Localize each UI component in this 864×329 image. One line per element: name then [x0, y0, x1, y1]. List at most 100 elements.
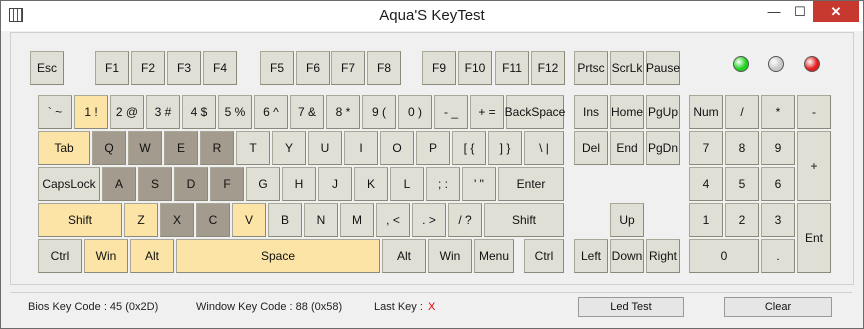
key-3-hash-19[interactable]: 3 #	[146, 95, 180, 129]
key-ctrl-91[interactable]: Ctrl	[38, 239, 82, 273]
key-0-rparen-26[interactable]: 0 )	[398, 95, 432, 129]
key-lbracket-lbrace-48[interactable]: [ {	[452, 131, 486, 165]
key-g-63[interactable]: G	[246, 167, 280, 201]
key-m-81[interactable]: M	[340, 203, 374, 237]
key-8-55[interactable]: 8	[725, 131, 759, 165]
key-f5-5[interactable]: F5	[260, 51, 294, 85]
key-menu-97[interactable]: Menu	[474, 239, 514, 273]
key-end-52[interactable]: End	[610, 131, 644, 165]
key-comma-lt-82[interactable]: , <	[376, 203, 410, 237]
key-pgup-32[interactable]: PgUp	[646, 95, 680, 129]
key-minus-underscore-27[interactable]: - _	[434, 95, 468, 129]
key-4-dollar-20[interactable]: 4 $	[182, 95, 216, 129]
clear-button[interactable]: Clear	[724, 297, 832, 317]
key-z-75[interactable]: Z	[124, 203, 158, 237]
key-4-71[interactable]: 4	[689, 167, 723, 201]
key-space-94[interactable]: Space	[176, 239, 380, 273]
key-9-56[interactable]: 9	[761, 131, 795, 165]
key-tab-37[interactable]: Tab	[38, 131, 90, 165]
key-u-44[interactable]: U	[308, 131, 342, 165]
key-1-87[interactable]: 1	[689, 203, 723, 237]
key-plus-57[interactable]: +	[797, 131, 831, 201]
key-rbracket-rbrace-49[interactable]: ] }	[488, 131, 522, 165]
key-shift-74[interactable]: Shift	[38, 203, 122, 237]
key-f1-1[interactable]: F1	[95, 51, 129, 85]
key-h-64[interactable]: H	[282, 167, 316, 201]
key-s-60[interactable]: S	[138, 167, 172, 201]
key-f9-9[interactable]: F9	[422, 51, 456, 85]
key-dot-gt-83[interactable]: . >	[412, 203, 446, 237]
key-o-46[interactable]: O	[380, 131, 414, 165]
key-f11-11[interactable]: F11	[495, 51, 529, 85]
key-6-73[interactable]: 6	[761, 167, 795, 201]
key-7-amp-23[interactable]: 7 &	[290, 95, 324, 129]
key-scrlk-14[interactable]: ScrLk	[610, 51, 644, 85]
key-l-67[interactable]: L	[390, 167, 424, 201]
key-enter-70[interactable]: Enter	[498, 167, 564, 201]
key-f12-12[interactable]: F12	[531, 51, 565, 85]
key-a-59[interactable]: A	[102, 167, 136, 201]
key-5-72[interactable]: 5	[725, 167, 759, 201]
key-q-38[interactable]: Q	[92, 131, 126, 165]
key-quote-dquote-69[interactable]: ' "	[462, 167, 496, 201]
key-b-79[interactable]: B	[268, 203, 302, 237]
key-minus-36[interactable]: -	[797, 95, 831, 129]
led-test-button[interactable]: Led Test	[578, 297, 684, 317]
key-t-42[interactable]: T	[236, 131, 270, 165]
key-8-star-24[interactable]: 8 *	[326, 95, 360, 129]
key-5-percent-21[interactable]: 5 %	[218, 95, 252, 129]
key-3-89[interactable]: 3	[761, 203, 795, 237]
key-e-40[interactable]: E	[164, 131, 198, 165]
key-dot-103[interactable]: .	[761, 239, 795, 273]
key-d-61[interactable]: D	[174, 167, 208, 201]
key-ent-90[interactable]: Ent	[797, 203, 831, 273]
key-right-101[interactable]: Right	[646, 239, 680, 273]
key-semicolon-colon-68[interactable]: ; :	[426, 167, 460, 201]
key-down-100[interactable]: Down	[610, 239, 644, 273]
key-pgdn-53[interactable]: PgDn	[646, 131, 680, 165]
key-2-at-18[interactable]: 2 @	[110, 95, 144, 129]
key-y-43[interactable]: Y	[272, 131, 306, 165]
key-k-66[interactable]: K	[354, 167, 388, 201]
key-f7-7[interactable]: F7	[331, 51, 365, 85]
key-up-86[interactable]: Up	[610, 203, 644, 237]
key-backslash-pipe-50[interactable]: \ |	[524, 131, 564, 165]
key-shift-85[interactable]: Shift	[484, 203, 564, 237]
key-r-41[interactable]: R	[200, 131, 234, 165]
maximize-button[interactable]: ☐	[787, 1, 813, 22]
key-x-76[interactable]: X	[160, 203, 194, 237]
key-pause-15[interactable]: Pause	[646, 51, 680, 85]
key-alt-95[interactable]: Alt	[382, 239, 426, 273]
key-home-31[interactable]: Home	[610, 95, 644, 129]
key-alt-93[interactable]: Alt	[130, 239, 174, 273]
key-esc-0[interactable]: Esc	[30, 51, 64, 85]
key-star-35[interactable]: *	[761, 95, 795, 129]
key-del-51[interactable]: Del	[574, 131, 608, 165]
key-f4-4[interactable]: F4	[203, 51, 237, 85]
key-backspace-29[interactable]: BackSpace	[505, 95, 565, 129]
key-i-45[interactable]: I	[344, 131, 378, 165]
key-slash-34[interactable]: /	[725, 95, 759, 129]
title-bar[interactable]: Aqua'S KeyTest — ☐ ✕	[1, 1, 863, 31]
key-capslock-58[interactable]: CapsLock	[38, 167, 100, 201]
key-v-78[interactable]: V	[232, 203, 266, 237]
key-win-92[interactable]: Win	[84, 239, 128, 273]
key-left-99[interactable]: Left	[574, 239, 608, 273]
key-f8-8[interactable]: F8	[367, 51, 401, 85]
key-7-54[interactable]: 7	[689, 131, 723, 165]
key-num-33[interactable]: Num	[689, 95, 723, 129]
key-n-80[interactable]: N	[304, 203, 338, 237]
key-j-65[interactable]: J	[318, 167, 352, 201]
key-f2-2[interactable]: F2	[131, 51, 165, 85]
key-p-47[interactable]: P	[416, 131, 450, 165]
key-plus-equals-28[interactable]: + =	[470, 95, 504, 129]
key-f10-10[interactable]: F10	[458, 51, 492, 85]
close-button[interactable]: ✕	[813, 1, 859, 22]
key-f6-6[interactable]: F6	[296, 51, 330, 85]
key-w-39[interactable]: W	[128, 131, 162, 165]
key-prtsc-13[interactable]: Prtsc	[574, 51, 608, 85]
key-f3-3[interactable]: F3	[167, 51, 201, 85]
key-c-77[interactable]: C	[196, 203, 230, 237]
key-2-88[interactable]: 2	[725, 203, 759, 237]
key-ins-30[interactable]: Ins	[574, 95, 608, 129]
